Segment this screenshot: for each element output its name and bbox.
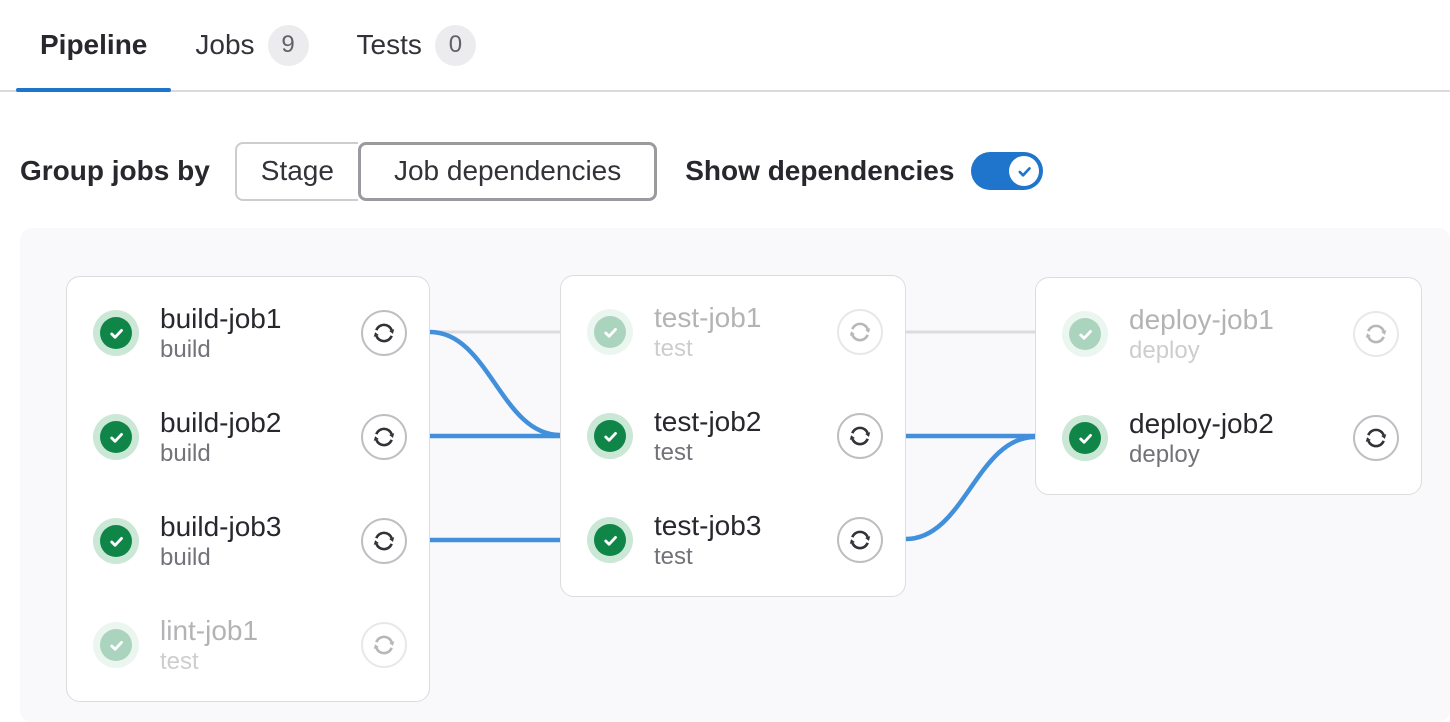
job-pill[interactable]: build-job2build [67,385,429,489]
job-stage-label: build [160,336,281,364]
tab-jobs[interactable]: Jobs 9 [171,0,332,90]
status-success-icon [100,421,132,453]
group-by-stage-button[interactable]: Stage [235,142,358,201]
retry-job-button[interactable] [361,414,407,460]
pipeline-page: Pipeline Jobs 9 Tests 0 Group jobs by St… [0,0,1450,722]
retry-job-button[interactable] [1353,311,1399,357]
job-name: deploy-job1 [1129,303,1274,337]
job-name: test-job3 [654,509,761,543]
dependency-link-build-job1-test-job2 [430,332,560,435]
tab-pipeline-label: Pipeline [40,29,147,61]
job-text: test-job3test [654,509,761,571]
job-pill[interactable]: deploy-job1deploy [1036,282,1421,386]
retry-job-button[interactable] [837,517,883,563]
job-group-card: build-job1build build-job2build [66,276,430,702]
job-pill[interactable]: test-job3test [561,488,905,592]
retry-job-button[interactable] [361,518,407,564]
job-pill[interactable]: deploy-job2deploy [1036,386,1421,490]
job-text: test-job1test [654,301,761,363]
job-pill[interactable]: lint-job1test [67,593,429,697]
job-name: test-job1 [654,301,761,335]
retry-icon [371,424,397,450]
status-success-icon [594,316,626,348]
retry-icon [371,320,397,346]
job-stage-label: deploy [1129,337,1274,365]
job-group-card: test-job1test test-job2test [560,275,906,597]
job-name: build-job3 [160,510,281,544]
status-success-icon [594,420,626,452]
status-success-icon [100,525,132,557]
job-text: test-job2test [654,405,761,467]
job-stage-label: test [654,335,761,363]
tab-tests[interactable]: Tests 0 [333,0,500,90]
job-name: build-job1 [160,302,281,336]
jobs-count-badge: 9 [268,25,309,66]
job-pill[interactable]: test-job1test [561,280,905,384]
job-group-card: deploy-job1deploy deploy-job2deploy [1035,277,1422,495]
status-success-icon [1069,318,1101,350]
retry-icon [847,319,873,345]
retry-job-button[interactable] [361,622,407,668]
retry-icon [847,527,873,553]
job-name: deploy-job2 [1129,407,1274,441]
job-text: build-job3build [160,510,281,572]
status-success-icon [100,629,132,661]
job-name: lint-job1 [160,614,258,648]
job-name: test-job2 [654,405,761,439]
job-text: lint-job1test [160,614,258,676]
dependency-link-test-job3-deploy-job2 [906,437,1035,539]
job-stage-label: test [160,648,258,676]
group-by-job-dependencies-label: Job dependencies [394,155,621,187]
job-stage-label: test [654,543,761,571]
job-stage-label: test [654,439,761,467]
group-jobs-by-label: Group jobs by [20,155,210,187]
tab-jobs-label: Jobs [195,29,254,61]
tests-count-badge: 0 [435,25,476,66]
pipeline-graph-panel: build-job1build build-job2build [20,228,1450,722]
status-success-icon [100,317,132,349]
retry-job-button[interactable] [837,309,883,355]
group-by-job-dependencies-button[interactable]: Job dependencies [358,142,657,201]
show-dependencies-label: Show dependencies [685,155,954,187]
job-pill[interactable]: build-job3build [67,489,429,593]
tab-tests-label: Tests [357,29,422,61]
retry-job-button[interactable] [361,310,407,356]
retry-icon [371,632,397,658]
job-name: build-job2 [160,406,281,440]
job-stage-label: deploy [1129,441,1274,469]
pipeline-tab-bar: Pipeline Jobs 9 Tests 0 [0,0,1450,92]
retry-job-button[interactable] [1353,415,1399,461]
retry-job-button[interactable] [837,413,883,459]
group-by-stage-label: Stage [261,155,334,187]
graph-controls: Group jobs by Stage Job dependencies Sho… [20,141,1430,201]
status-success-icon [1069,422,1101,454]
status-success-icon [594,524,626,556]
retry-icon [847,423,873,449]
retry-icon [1363,321,1389,347]
job-text: build-job1build [160,302,281,364]
job-pill[interactable]: test-job2test [561,384,905,488]
job-stage-label: build [160,544,281,572]
job-stage-label: build [160,440,281,468]
tab-pipeline[interactable]: Pipeline [16,0,171,90]
job-text: deploy-job1deploy [1129,303,1274,365]
toggle-knob-check-icon [1009,156,1039,186]
show-dependencies-toggle[interactable] [971,152,1043,190]
job-text: deploy-job2deploy [1129,407,1274,469]
group-jobs-segmented-control: Stage Job dependencies [235,142,657,201]
retry-icon [371,528,397,554]
job-text: build-job2build [160,406,281,468]
job-pill[interactable]: build-job1build [67,281,429,385]
retry-icon [1363,425,1389,451]
